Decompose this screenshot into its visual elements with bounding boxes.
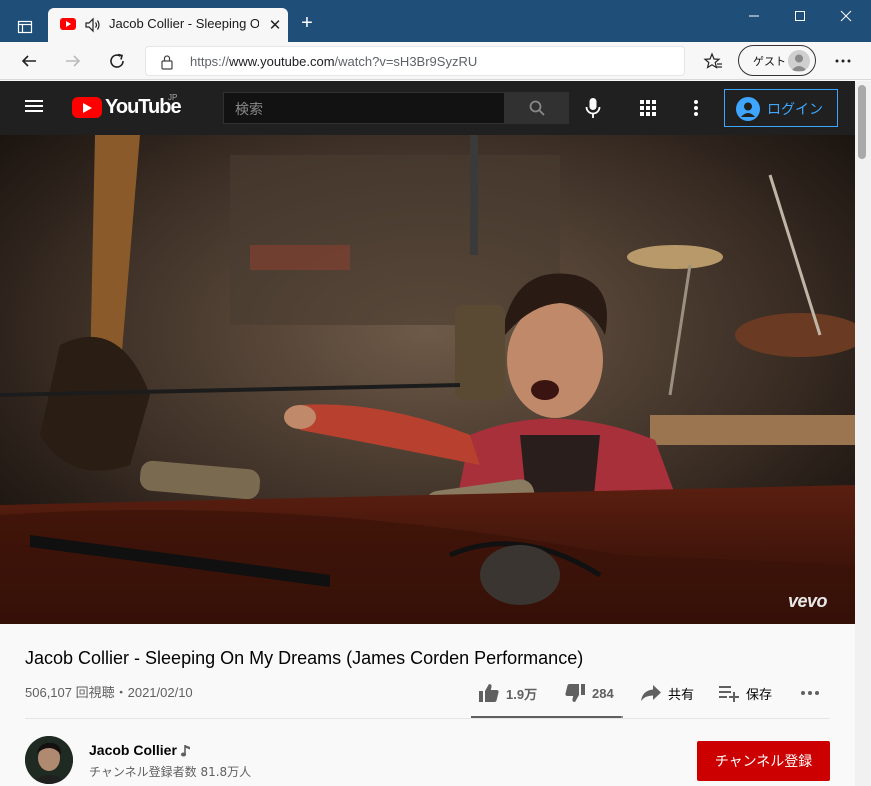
like-button[interactable]: 1.9万 <box>478 680 537 706</box>
lock-icon[interactable] <box>160 54 174 70</box>
region-code: JP <box>168 93 178 102</box>
speaker-icon[interactable] <box>84 16 102 34</box>
music-note-icon <box>180 743 192 757</box>
divider <box>25 718 830 719</box>
subscribe-button[interactable]: チャンネル登録 <box>697 741 830 781</box>
more-actions-icon[interactable] <box>800 680 820 706</box>
subscriber-count: チャンネル登録者数 81.8万人 <box>89 765 252 779</box>
apps-icon[interactable] <box>636 96 660 120</box>
refresh-icon[interactable] <box>104 48 130 74</box>
guest-label: ゲスト <box>753 55 786 68</box>
login-label: ログイン <box>767 102 823 118</box>
tab-actions-icon[interactable] <box>11 13 39 41</box>
more-icon[interactable] <box>830 48 856 74</box>
guest-avatar-icon <box>788 50 810 72</box>
maximize-icon[interactable] <box>777 0 823 32</box>
save-button[interactable]: 保存 <box>718 680 772 706</box>
tab-title: Jacob Collier - Sleeping On <box>109 16 259 31</box>
back-icon[interactable] <box>16 48 42 74</box>
url-input[interactable]: https://www.youtube.com/watch?v=sH3Br9Sy… <box>145 46 685 76</box>
guest-profile-button[interactable]: ゲスト <box>738 45 816 76</box>
search-icon <box>529 100 545 116</box>
plus-icon[interactable]: + <box>296 13 318 35</box>
browser-tab[interactable]: Jacob Collier - Sleeping On ✕ <box>48 8 288 42</box>
forward-icon[interactable] <box>60 48 86 74</box>
close-window-icon[interactable] <box>823 0 869 32</box>
menu-icon[interactable] <box>24 97 48 119</box>
search-button[interactable] <box>504 92 569 124</box>
subscribe-label: チャンネル登録 <box>714 754 813 770</box>
video-meta: 506,107 回視聴・2021/02/10 <box>25 685 193 700</box>
dislike-count: 284 <box>592 685 614 701</box>
vevo-watermark: vevo <box>788 591 828 611</box>
thumbs-up-icon <box>479 684 499 702</box>
channel-name[interactable]: Jacob Collier <box>89 742 177 758</box>
search-input[interactable]: 検索 <box>223 92 505 124</box>
video-player[interactable]: vevo <box>0 135 855 624</box>
save-label: 保存 <box>746 686 773 702</box>
youtube-play-icon <box>72 97 102 118</box>
video-frame <box>0 135 855 624</box>
mic-icon[interactable] <box>581 96 605 120</box>
minimize-icon[interactable] <box>731 0 777 32</box>
share-icon <box>641 685 661 701</box>
login-button[interactable]: ログイン <box>724 89 838 127</box>
playlist-add-icon <box>719 686 739 702</box>
close-icon[interactable]: ✕ <box>266 16 284 34</box>
account-icon <box>736 97 760 121</box>
favorites-icon[interactable] <box>700 48 726 74</box>
scrollbar-thumb[interactable] <box>858 85 866 159</box>
video-title: Jacob Collier - Sleeping On My Dreams (J… <box>25 648 584 668</box>
youtube-favicon <box>60 18 76 30</box>
search-placeholder: 検索 <box>235 102 263 118</box>
page-scrollbar[interactable] <box>855 81 871 786</box>
address-bar: https://www.youtube.com/watch?v=sH3Br9Sy… <box>0 42 871 80</box>
browser-titlebar: Jacob Collier - Sleeping On ✕ + <box>0 0 871 42</box>
share-button[interactable]: 共有 <box>640 680 694 706</box>
thumbs-down-icon <box>565 684 585 702</box>
youtube-header: YouTube JP 検索 ログイン <box>0 81 855 135</box>
like-count: 1.9万 <box>506 686 538 702</box>
youtube-logo[interactable]: YouTube JP <box>72 93 182 121</box>
channel-avatar[interactable] <box>25 736 73 784</box>
url-text: https://www.youtube.com/watch?v=sH3Br9Sy… <box>190 54 478 69</box>
more-vert-icon[interactable] <box>684 96 708 120</box>
dislike-button[interactable]: 284 <box>564 680 614 706</box>
share-label: 共有 <box>668 686 695 702</box>
